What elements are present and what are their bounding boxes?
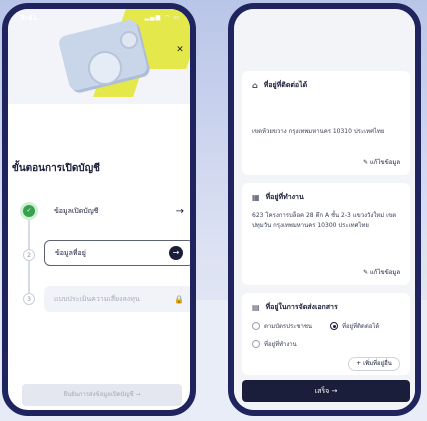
step-label: ข้อมูลที่อยู่	[55, 248, 86, 257]
radio-label: ตามบัตรประชาชน	[264, 323, 313, 330]
status-time: 9:41	[20, 14, 38, 22]
add-address-button[interactable]: + เพิ่มที่อยู่อื่น	[348, 357, 400, 371]
building-icon: ▦	[252, 193, 260, 202]
card-title-text: ที่อยู่ที่ติดต่อได้	[263, 81, 308, 89]
address-text: 623 โครงการบล็อค 28 ตึก A ชั้น 2-3 แขวงว…	[252, 212, 397, 229]
card-title: ⌂ ที่อยู่ที่ติดต่อได้	[252, 80, 307, 91]
close-icon: ✕	[176, 45, 184, 55]
radio-work-address[interactable]: ที่อยู่ที่ทำงาน	[252, 339, 297, 349]
phone-right: ⌂ ที่อยู่ที่ติดต่อได้ เขตห้วยขวาง กรุงเท…	[228, 3, 421, 416]
step-1-check-icon: ✓	[23, 205, 35, 217]
step-account-info[interactable]: ข้อมูลเปิดบัญชี →	[44, 198, 190, 224]
close-button[interactable]: ✕	[172, 42, 188, 58]
radio-contact-address[interactable]: ที่อยู่ที่ติดต่อได้	[330, 321, 379, 331]
hero-coin-graphic	[88, 51, 122, 85]
card-title-text: ที่อยู่ในการจัดส่งเอกสาร	[265, 303, 338, 311]
radio-button[interactable]	[252, 340, 260, 348]
edit-work-button[interactable]: ✎ แก้ไขข้อมูล	[363, 267, 400, 277]
lock-icon: 🔒	[174, 294, 184, 304]
address-text: เขตห้วยขวาง กรุงเทพมหานคร 10310 ประเทศไท…	[252, 128, 385, 135]
step-label: แบบประเมินความเสี่ยงลงทุน	[54, 294, 140, 303]
step-address-info[interactable]: ข้อมูลที่อยู่ →	[44, 240, 190, 266]
hero-coin-graphic	[120, 31, 138, 49]
card-title-text: ที่อยู่ที่ทำงาน	[265, 193, 304, 201]
step-label: ข้อมูลเปิดบัญชี	[54, 206, 99, 215]
status-bar: 9:41 ▂▄▆ ◠ ▭	[8, 9, 190, 27]
confirm-submit-button[interactable]: ยืนยันการส่งข้อมูลเปิดบัญชี →	[22, 384, 182, 406]
step-3-number: 3	[23, 293, 35, 305]
page-title: ขั้นตอนการเปิดบัญชี	[12, 163, 100, 174]
card-title: ▤ ที่อยู่ในการจัดส่งเอกสาร	[252, 302, 338, 313]
card-delivery-address: ▤ ที่อยู่ในการจัดส่งเอกสาร ตามบัตรประชาช…	[242, 293, 410, 375]
document-icon: ▤	[252, 303, 260, 312]
radio-label: ที่อยู่ที่ติดต่อได้	[342, 323, 380, 330]
arrow-right-circle-icon: →	[169, 246, 183, 260]
home-icon: ⌂	[252, 81, 258, 90]
radio-id-card[interactable]: ตามบัตรประชาชน	[252, 321, 312, 331]
card-title: ▦ ที่อยู่ที่ทำงาน	[252, 192, 304, 203]
card-work-address: ▦ ที่อยู่ที่ทำงาน 623 โครงการบล็อค 28 ตึ…	[242, 183, 410, 285]
edit-contact-button[interactable]: ✎ แก้ไขข้อมูล	[363, 157, 400, 167]
radio-label: ที่อยู่ที่ทำงาน	[264, 341, 297, 348]
radio-button-selected[interactable]	[330, 322, 338, 330]
step-2-number: 2	[23, 249, 35, 261]
step-risk-assessment: แบบประเมินความเสี่ยงลงทุน 🔒	[44, 286, 190, 312]
arrow-right-icon: →	[175, 205, 184, 217]
radio-button[interactable]	[252, 322, 260, 330]
status-icons: ▂▄▆ ◠ ▭	[144, 14, 180, 21]
card-contact-address: ⌂ ที่อยู่ที่ติดต่อได้ เขตห้วยขวาง กรุงเท…	[242, 71, 410, 175]
done-button[interactable]: เสร็จ →	[242, 380, 410, 402]
phone-left: 9:41 ▂▄▆ ◠ ▭ ✕ ขั้นตอนการเปิดบัญชี ✓ ข้อ…	[2, 3, 196, 416]
